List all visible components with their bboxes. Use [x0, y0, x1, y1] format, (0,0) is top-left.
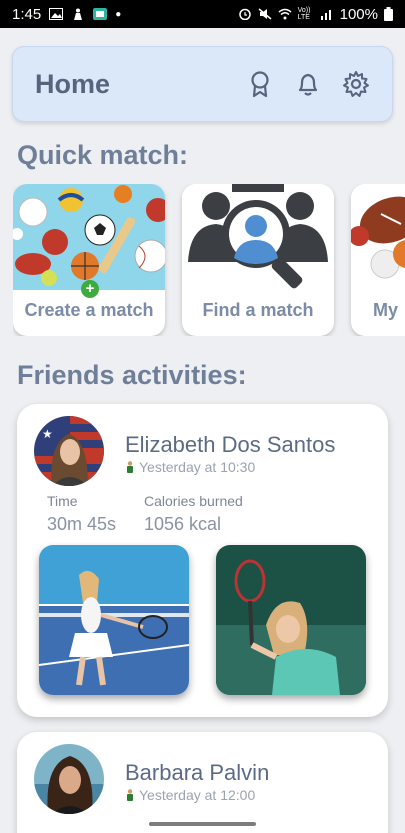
- avatar[interactable]: [34, 744, 104, 814]
- activity-card[interactable]: Barbara Palvin Yesterday at 12:00: [17, 732, 388, 833]
- alarm-icon: [238, 8, 251, 20]
- sports-balls-image: [13, 184, 165, 290]
- activity-time: Yesterday at 10:30: [125, 459, 255, 475]
- friends-activities-title: Friends activities:: [17, 360, 247, 390]
- activity-photo[interactable]: [39, 545, 189, 695]
- time-value: 30m 45s: [47, 514, 117, 534]
- calories-label: Calories burned: [144, 493, 243, 509]
- volte-label: Vo)) LTE: [297, 7, 311, 21]
- ribbon-award-icon[interactable]: [246, 70, 274, 98]
- more-dot-icon: ●: [115, 8, 122, 20]
- find-match-card[interactable]: Find a match: [182, 184, 334, 336]
- status-bar: 1:45 ● Vo)) LTE 100%: [0, 0, 405, 28]
- wifi-icon: [278, 8, 292, 20]
- app-header: Home: [12, 46, 393, 122]
- find-match-label: Find a match: [202, 300, 314, 320]
- home-indicator[interactable]: [149, 822, 256, 826]
- friend-name[interactable]: Elizabeth Dos Santos: [125, 432, 335, 458]
- svg-text:★: ★: [42, 427, 53, 441]
- avatar-photo: ★: [34, 416, 104, 486]
- quick-match-title: Quick match:: [17, 140, 189, 170]
- page-title: Home: [35, 68, 111, 99]
- find-people-magnifier-image: [182, 184, 334, 290]
- activity-timestamp: Yesterday at 12:00: [139, 787, 256, 803]
- avatar[interactable]: ★: [34, 416, 104, 486]
- battery-percent: 100%: [339, 5, 378, 23]
- time-label: Time: [47, 493, 78, 509]
- gallery-icon: [49, 8, 64, 20]
- battery-icon: [384, 7, 393, 21]
- create-match-card[interactable]: + Create a match: [13, 184, 165, 336]
- person-icon: [127, 461, 133, 473]
- gear-icon[interactable]: [342, 70, 370, 98]
- friend-name[interactable]: Barbara Palvin: [125, 760, 269, 786]
- create-match-label: Create a match: [24, 300, 154, 320]
- calories-value: 1056 kcal: [144, 514, 222, 534]
- my-matches-card[interactable]: My: [351, 184, 405, 336]
- person-icon: [127, 789, 133, 801]
- activity-photo[interactable]: [216, 545, 366, 695]
- add-plus-icon: +: [81, 280, 99, 298]
- activity-card[interactable]: ★ Elizabeth Dos Santos Yesterday at 10:3…: [17, 404, 388, 717]
- status-time: 1:45: [12, 5, 42, 23]
- tennis-player-photo: [216, 545, 366, 695]
- signal-icon: [320, 10, 331, 20]
- figure-icon: [74, 8, 83, 20]
- sports-balls-image: [351, 184, 405, 290]
- bell-icon[interactable]: [294, 70, 322, 98]
- avatar-photo: [34, 744, 104, 814]
- my-matches-label: My: [373, 300, 399, 320]
- activity-timestamp: Yesterday at 10:30: [139, 459, 256, 475]
- app-notification-icon: [93, 8, 108, 20]
- activity-time: Yesterday at 12:00: [125, 787, 255, 803]
- tennis-court-photo: [39, 545, 189, 695]
- mute-icon: [258, 8, 272, 20]
- quick-match-carousel[interactable]: + Create a match Find a match My: [13, 184, 405, 336]
